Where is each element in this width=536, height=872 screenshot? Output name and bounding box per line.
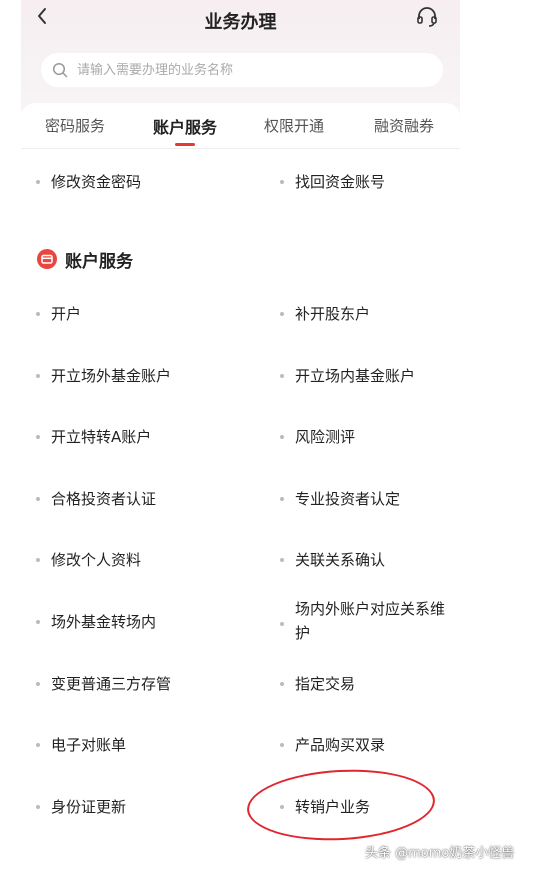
bullet-dot	[280, 435, 284, 439]
search-bar[interactable]	[41, 53, 443, 87]
list-item[interactable]: 电子对账单	[36, 733, 126, 757]
active-tab-indicator	[175, 143, 195, 146]
list-item[interactable]: 合格投资者认证	[36, 487, 156, 511]
bullet-dot	[36, 620, 40, 624]
list-item[interactable]: 修改个人资料	[36, 548, 141, 572]
bullet-dot	[280, 682, 284, 686]
page-title: 业务办理	[204, 12, 277, 33]
search-input[interactable]	[75, 61, 419, 79]
list-item[interactable]: 变更普通三方存管	[36, 672, 171, 696]
search-icon	[52, 62, 68, 78]
bullet-dot	[280, 374, 284, 378]
bullet-dot	[36, 558, 40, 562]
list-item[interactable]: 开户	[36, 302, 81, 326]
bullet-dot	[36, 435, 40, 439]
list-item[interactable]: 身份证更新	[36, 795, 126, 819]
list-item[interactable]: 开立特转A账户	[36, 425, 151, 449]
bullet-dot	[280, 558, 284, 562]
tab-bar: 密码服务 账户服务 权限开通 融资融券	[21, 103, 460, 149]
phone-screen: 业务办理 密码服务 账户服务 权限开通 融资融券 修改资金密码 找回资金账号 账…	[21, 0, 460, 872]
list-item[interactable]: 关联关系确认	[280, 548, 385, 572]
list-item[interactable]: 产品购买双录	[280, 733, 385, 757]
bullet-dot	[280, 180, 284, 184]
tab-password-service[interactable]: 密码服务	[45, 115, 105, 136]
section-title: 账户服务	[65, 251, 133, 272]
bullet-dot	[36, 743, 40, 747]
list-item[interactable]: 风险测评	[280, 425, 355, 449]
bullet-dot	[36, 312, 40, 316]
tab-margin-trading[interactable]: 融资融券	[374, 115, 434, 136]
bullet-dot	[280, 312, 284, 316]
list-item[interactable]: 专业投资者认定	[280, 487, 400, 511]
list-item[interactable]: 修改资金密码	[36, 170, 141, 194]
list-item[interactable]: 补开股东户	[280, 302, 370, 326]
watermark: 头条 @momo奶茶小怪兽	[365, 846, 515, 861]
bullet-dot	[36, 374, 40, 378]
headset-icon[interactable]	[415, 5, 439, 29]
tab-permission-open[interactable]: 权限开通	[264, 115, 324, 136]
bullet-dot	[36, 497, 40, 501]
bullet-dot	[36, 805, 40, 809]
list-item[interactable]: 场外基金转场内	[36, 610, 156, 634]
list-item[interactable]: 开立场内基金账户	[280, 364, 415, 388]
list-item[interactable]: 指定交易	[280, 672, 355, 696]
section-header: 账户服务	[37, 246, 133, 272]
bullet-dot	[36, 682, 40, 686]
list-item[interactable]: 场内外账户对应关系维护	[280, 597, 455, 645]
bullet-dot	[280, 622, 284, 626]
list-item[interactable]: 开立场外基金账户	[36, 364, 171, 388]
bullet-dot	[280, 497, 284, 501]
list-item[interactable]: 找回资金账号	[280, 170, 385, 194]
tab-account-service[interactable]: 账户服务	[153, 114, 217, 138]
card-icon	[37, 249, 57, 269]
bullet-dot	[280, 743, 284, 747]
bullet-dot	[36, 180, 40, 184]
